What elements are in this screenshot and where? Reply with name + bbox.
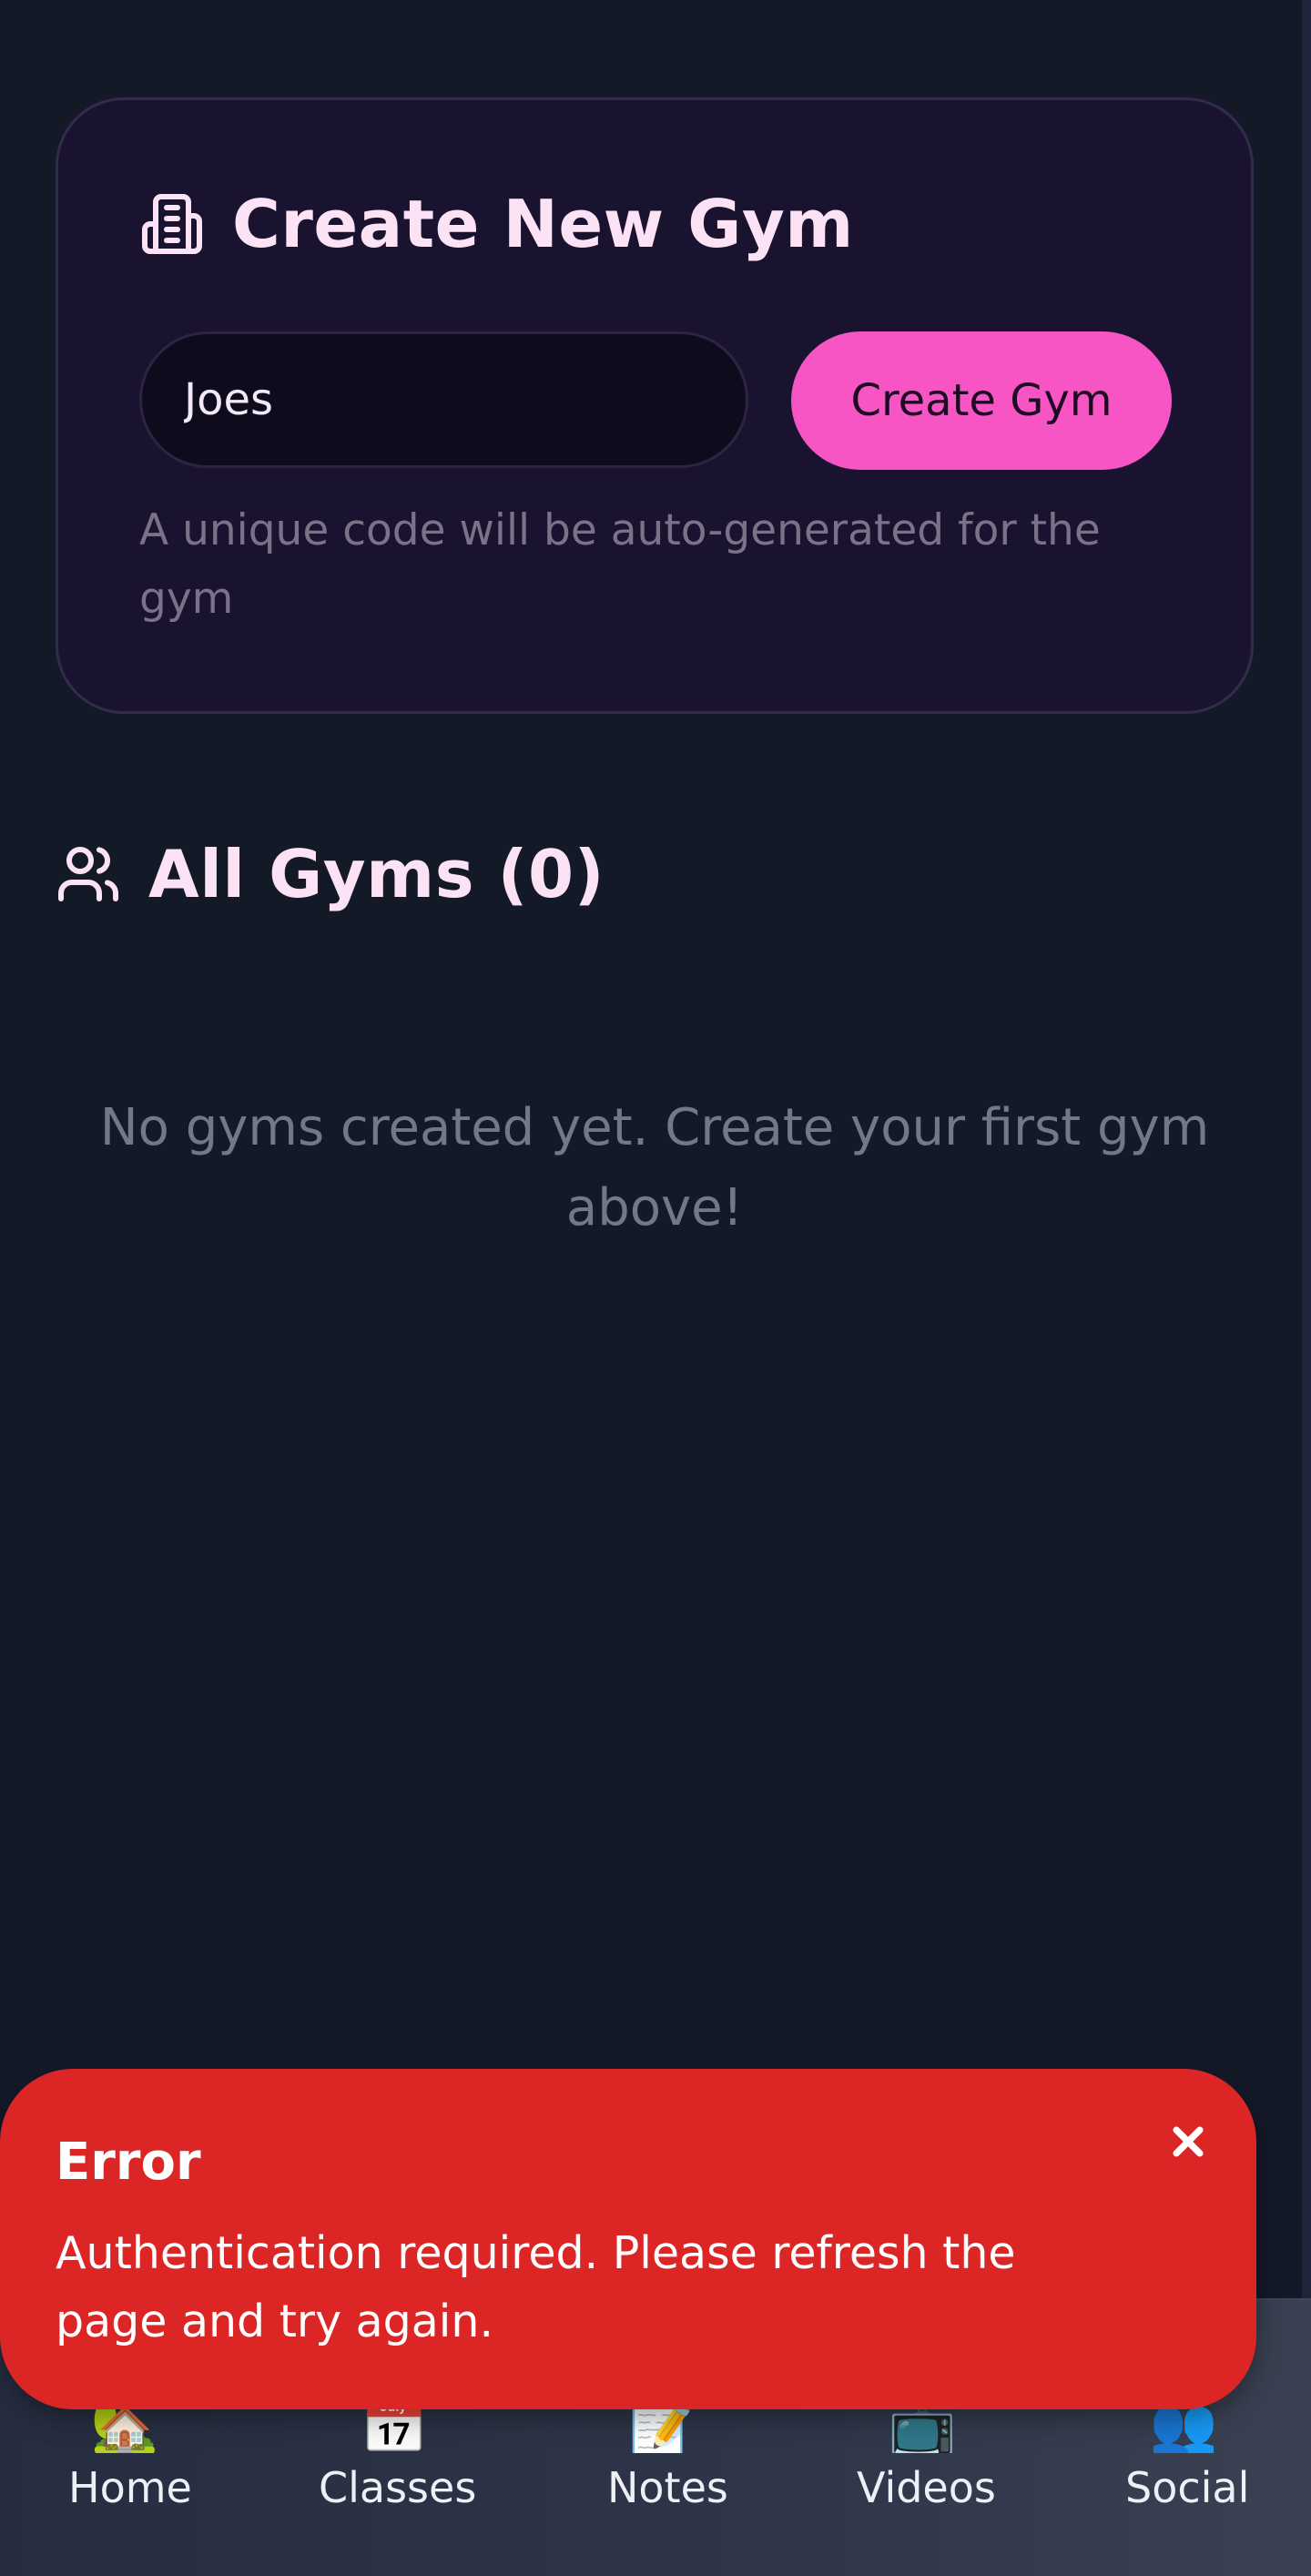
error-toast-message: Authentication required. Please refresh … [56, 2227, 1016, 2347]
create-gym-title: Create New Gym [232, 186, 854, 262]
building-icon [142, 194, 202, 254]
all-gyms-heading: All Gyms (0) [56, 836, 605, 912]
close-icon [1173, 2126, 1204, 2157]
nav-label-notes: Notes [607, 2463, 728, 2512]
empty-gyms-message: No gyms created yet. Create your first g… [99, 1098, 1210, 1237]
nav-label-home: Home [68, 2463, 192, 2512]
create-gym-button[interactable]: Create Gym [791, 331, 1172, 470]
create-gym-heading: Create New Gym [139, 186, 854, 262]
gym-code-helper-text: A unique code will be auto-generated for… [139, 505, 1101, 624]
error-toast-title: Error [56, 2133, 201, 2192]
gym-name-input[interactable] [139, 331, 748, 468]
users-icon [58, 847, 118, 901]
nav-label-videos: Videos [857, 2463, 996, 2512]
close-toast-button[interactable] [1165, 2119, 1211, 2164]
nav-label-classes: Classes [319, 2463, 477, 2512]
all-gyms-title: All Gyms (0) [148, 836, 605, 912]
nav-label-social: Social [1125, 2463, 1250, 2512]
scrollbar-track[interactable] [1302, 0, 1311, 2367]
create-gym-button-label: Create Gym [850, 375, 1113, 426]
